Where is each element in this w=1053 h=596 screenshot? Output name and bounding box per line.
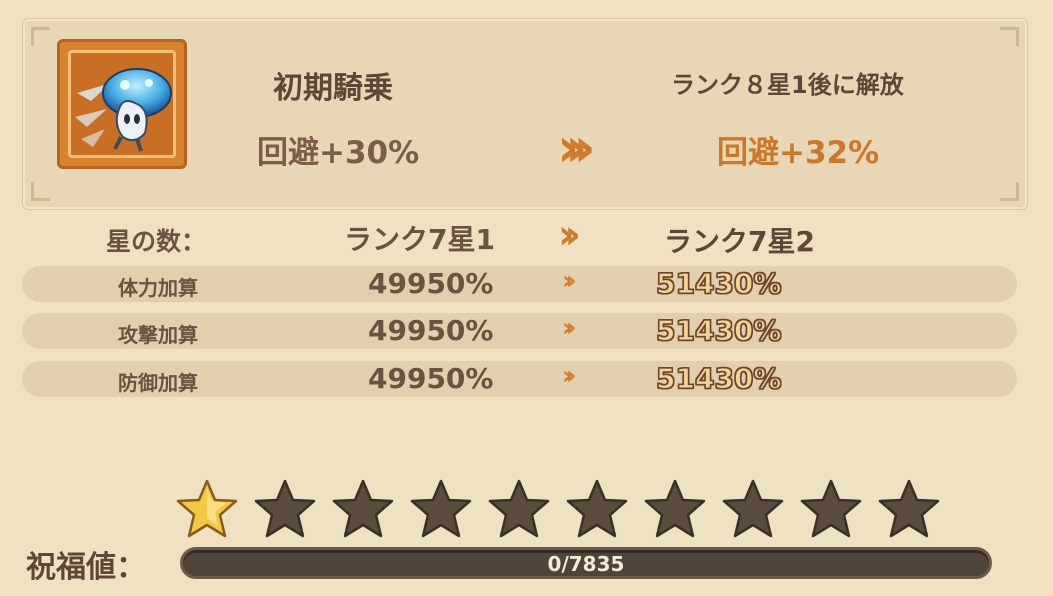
stat-next: 51430% <box>655 361 782 395</box>
stat-label: 体力加算 <box>118 276 198 300</box>
star-empty-icon <box>410 478 472 540</box>
star-empty-icon <box>800 478 862 540</box>
double-chevron-icon: ›› <box>562 266 577 296</box>
skill-icon-frame <box>68 50 176 158</box>
stat-label: 攻撃加算 <box>118 323 198 347</box>
star-empty-icon <box>566 478 628 540</box>
mushroom-rider-icon <box>71 53 173 155</box>
skill-current-effect: 回避+30% <box>257 135 420 171</box>
skill-icon[interactable] <box>57 39 187 169</box>
blessing-progress-text: 0/7835 <box>547 552 625 576</box>
blessing-label: 祝福値： <box>26 550 146 585</box>
star-empty-icon <box>878 478 940 540</box>
star-empty-icon <box>488 478 550 540</box>
corner-ornament <box>1000 182 1019 201</box>
stat-next: 51430% <box>655 266 782 300</box>
star-empty-icon <box>722 478 784 540</box>
skill-name: 初期騎乗 <box>273 71 393 106</box>
skill-next-effect: 回避+32% <box>717 135 880 171</box>
double-chevron-icon: ›› <box>558 212 581 258</box>
star-empty-icon <box>644 478 706 540</box>
double-chevron-icon: ›› <box>562 313 577 343</box>
skill-card: 初期騎乗 回避+30% ››› ランク８星1後に解放 回避+32% <box>22 18 1028 210</box>
rank-next: ランク7星2 <box>664 225 815 258</box>
star-filled-icon <box>176 478 238 540</box>
star-count-label: 星の数： <box>106 227 207 256</box>
stat-current: 49950% <box>368 267 494 300</box>
stat-next: 51430% <box>655 313 782 347</box>
corner-ornament <box>31 27 50 46</box>
rank-current: ランク7星1 <box>344 223 495 256</box>
skill-unlock-note: ランク８星1後に解放 <box>671 71 904 99</box>
corner-ornament <box>1000 27 1019 46</box>
double-chevron-icon: ››› <box>557 116 596 179</box>
stat-row-attack: 攻撃加算 49950% ›› 51430% <box>22 313 1017 349</box>
blessing-progress-bar: 0/7835 <box>180 547 992 579</box>
stat-row-hp: 体力加算 49950% ›› 51430% <box>22 266 1017 302</box>
stat-label: 防御加算 <box>118 371 198 395</box>
stat-current: 49950% <box>368 362 494 395</box>
double-chevron-icon: ›› <box>562 361 577 391</box>
star-empty-icon <box>332 478 394 540</box>
star-empty-icon <box>254 478 316 540</box>
stat-current: 49950% <box>368 314 494 347</box>
stat-row-defense: 防御加算 49950% ›› 51430% <box>22 361 1017 397</box>
corner-ornament <box>31 182 50 201</box>
